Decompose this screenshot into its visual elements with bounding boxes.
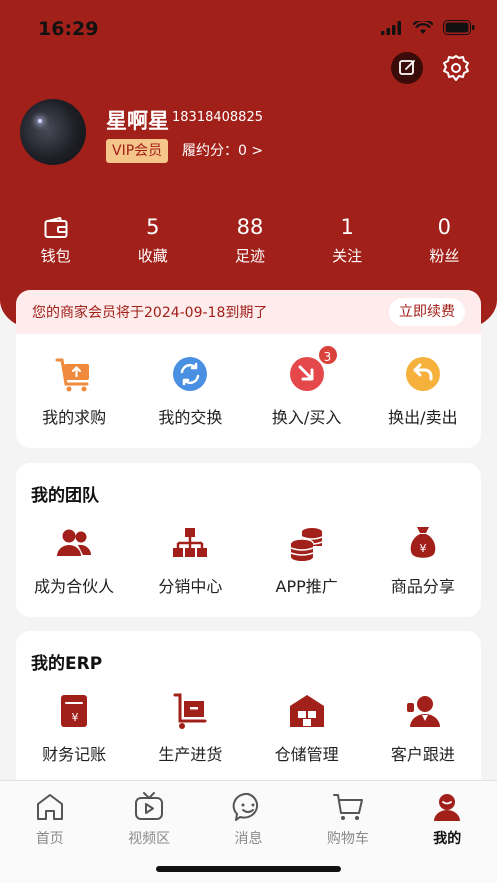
team-distribution[interactable]: 分销中心: [132, 523, 248, 597]
team-product-share[interactable]: ¥ 商品分享: [365, 523, 481, 597]
tab-home[interactable]: 首页: [0, 781, 99, 848]
stat-value: 88: [236, 215, 264, 239]
status-bar: 16:29: [0, 0, 497, 56]
erp-accounting[interactable]: ¥ 财务记账: [16, 691, 132, 765]
membership-notice: 您的商家会员将于2024-09-18到期了 立即续费: [16, 290, 481, 334]
wifi-icon: [413, 20, 433, 34]
team-label: 成为合伙人: [34, 577, 115, 596]
erp-customers[interactable]: 客户跟进: [365, 691, 481, 765]
erp-warehouse[interactable]: 仓储管理: [249, 691, 365, 765]
action-swap-out[interactable]: 换出/卖出: [365, 354, 481, 428]
action-label: 换出/卖出: [388, 408, 458, 427]
actions-card: 我的求购 我的交换 3 换入/买入 换出/卖出: [16, 334, 481, 448]
action-swap-in[interactable]: 3 换入/买入: [249, 344, 365, 428]
tab-label: 我的: [433, 831, 462, 847]
stat-label: 关注: [332, 247, 363, 265]
svg-text:¥: ¥: [72, 711, 79, 724]
erp-card: 我的ERP ¥ 财务记账 生产进货 仓储管理 客户跟进: [16, 631, 481, 791]
tab-video[interactable]: 视频区: [99, 781, 198, 848]
erp-label: 生产进货: [158, 745, 223, 764]
tab-messages[interactable]: 消息: [199, 781, 298, 848]
stat-favorites[interactable]: 5 收藏: [104, 212, 201, 266]
profile-icon: [434, 794, 461, 821]
erp-label: 仓储管理: [274, 745, 339, 764]
stat-label: 收藏: [137, 247, 168, 265]
tv-icon: [135, 792, 164, 820]
money-bag-icon: ¥: [410, 527, 436, 558]
partner-icon: [57, 529, 92, 556]
customer-icon: [406, 696, 440, 727]
vip-badge[interactable]: VIP会员: [106, 139, 169, 163]
settings-button[interactable]: [440, 52, 472, 84]
action-exchanges[interactable]: 我的交换: [132, 354, 248, 428]
stat-label: 钱包: [40, 247, 71, 265]
stat-footprints[interactable]: 88 足迹: [201, 212, 298, 266]
stat-value: 1: [340, 215, 354, 239]
stat-wallet[interactable]: 钱包: [7, 212, 104, 266]
stat-value: 0: [437, 215, 452, 239]
battery-icon: [443, 20, 475, 35]
user-name: 星啊星: [106, 109, 169, 133]
notice-text: 您的商家会员将于2024-09-18到期了: [32, 305, 268, 321]
team-app-promotion[interactable]: APP推广: [249, 523, 365, 597]
stat-label: 粉丝: [429, 247, 460, 265]
cart-icon: [332, 794, 363, 820]
edit-icon: [399, 60, 415, 75]
avatar[interactable]: [20, 99, 86, 165]
renew-button[interactable]: 立即续费: [389, 298, 465, 326]
team-partner[interactable]: 成为合伙人: [16, 523, 132, 597]
erp-label: 财务记账: [42, 745, 107, 764]
action-purchase-requests[interactable]: 我的求购: [16, 354, 132, 428]
tab-label: 购物车: [326, 831, 369, 847]
swap-out-icon: [405, 357, 440, 391]
team-label: 分销中心: [158, 577, 223, 596]
home-icon: [36, 794, 63, 820]
action-label: 我的求购: [42, 408, 107, 427]
warehouse-icon: [289, 695, 324, 727]
trolley-icon: [173, 693, 207, 729]
distribution-icon: [173, 528, 208, 557]
team-card: 我的团队 成为合伙人 分销中心 APP推广 ¥ 商品分享: [16, 463, 481, 617]
gear-icon: [443, 55, 469, 81]
tab-cart[interactable]: 购物车: [298, 781, 397, 848]
erp-label: 客户跟进: [390, 745, 455, 764]
stat-following[interactable]: 1 关注: [299, 212, 396, 266]
stat-fans[interactable]: 0 粉丝: [396, 212, 493, 266]
action-label: 换入/买入: [271, 408, 342, 427]
action-label: 我的交换: [158, 408, 223, 427]
team-label: 商品分享: [390, 577, 455, 596]
ledger-icon: ¥: [61, 695, 88, 727]
team-label: APP推广: [275, 577, 338, 596]
cart-upload-icon: [55, 358, 90, 392]
tab-label: 首页: [35, 831, 64, 847]
stat-value: 5: [146, 215, 160, 239]
stats-row: 钱包 5 收藏 88 足迹 1 关注 0 粉丝: [0, 212, 497, 266]
credit-score-link[interactable]: 履约分：0 >: [182, 140, 263, 162]
wallet-icon: [44, 216, 68, 238]
home-indicator: [156, 866, 341, 872]
edit-button[interactable]: [391, 52, 423, 84]
status-time: 16:29: [38, 18, 99, 40]
exchange-icon: [173, 357, 208, 391]
user-phone: 18318408825: [172, 110, 263, 125]
notification-badge: 3: [316, 344, 339, 366]
stat-label: 足迹: [234, 247, 265, 265]
tab-profile[interactable]: 我的: [398, 781, 497, 848]
tab-label: 消息: [234, 831, 263, 847]
tab-label: 视频区: [128, 831, 171, 847]
section-title: 我的ERP: [31, 654, 103, 674]
chat-icon: [233, 792, 259, 821]
section-title: 我的团队: [31, 486, 99, 506]
svg-text:¥: ¥: [419, 542, 426, 555]
coins-icon: [289, 528, 322, 561]
signal-icon: [381, 20, 401, 35]
erp-purchasing[interactable]: 生产进货: [132, 691, 248, 765]
